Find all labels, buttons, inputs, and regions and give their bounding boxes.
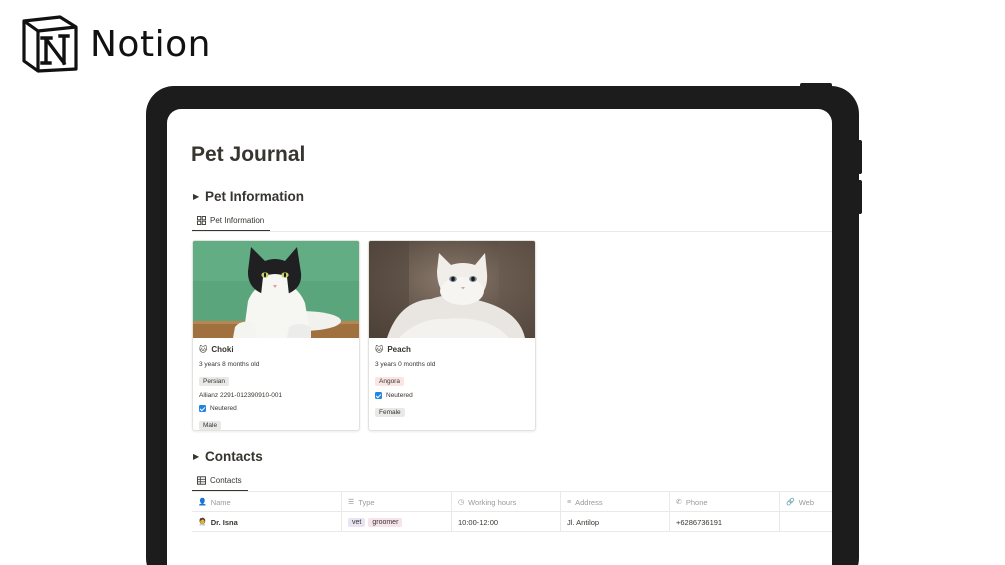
cell-working-hours[interactable]: 10:00-12:00 (452, 512, 561, 532)
toggle-caret-icon[interactable]: ▶ (193, 452, 205, 461)
neutered-label: Neutered (386, 392, 413, 399)
view-tab-contacts[interactable]: Contacts (192, 476, 248, 491)
pet-insurance: Allianz 2291-012390910-001 (199, 392, 283, 399)
column-label: Name (210, 497, 231, 507)
type-tag: groomer (368, 517, 403, 527)
column-label: Working hours (468, 497, 517, 507)
column-label: Address (575, 497, 603, 507)
column-label: Type (358, 497, 375, 507)
column-header-phone[interactable]: ✆ Phone (670, 492, 780, 512)
section-title-contacts: Contacts (205, 449, 263, 464)
divider (192, 231, 832, 232)
cat-photo (193, 241, 359, 338)
toggle-contacts[interactable]: ▶ Contacts (193, 449, 263, 464)
type-tag: vet (348, 517, 366, 527)
cell-phone[interactable]: +6286736191 (670, 512, 780, 532)
clock-icon: ◷ (458, 499, 465, 506)
column-header-web[interactable]: 🔗 Web (780, 492, 832, 512)
contacts-table: 👤 Name ☰ Type ◷ Working hours ≡ Address … (192, 492, 832, 532)
view-tab-label: Contacts (210, 476, 242, 485)
card-body: 🐱 Choki 3 years 8 months old Persian All… (193, 338, 359, 430)
table-icon (197, 476, 206, 485)
table-header-row: 👤 Name ☰ Type ◷ Working hours ≡ Address … (192, 492, 832, 512)
cat-photo (369, 241, 535, 338)
contact-name: Dr. Isna (210, 517, 238, 527)
sex-tag: Male (199, 421, 222, 430)
text-icon: ≡ (567, 498, 572, 506)
column-header-working-hours[interactable]: ◷ Working hours (452, 492, 561, 512)
toggle-caret-icon[interactable]: ▶ (193, 192, 205, 201)
tablet-screen: Pet Journal ▶ Pet Information Pet Inform… (167, 109, 832, 565)
pet-name: Choki (211, 344, 234, 354)
card-title: 🐱 Choki (199, 343, 353, 355)
breed-tag: Persian (199, 377, 230, 386)
cell-type[interactable]: vet groomer (342, 512, 452, 532)
gallery-card-peach[interactable]: 🐱 Peach 3 years 0 months old Angora Neut… (368, 240, 536, 431)
page-title: Pet Journal (191, 143, 306, 166)
card-body: 🐱 Peach 3 years 0 months old Angora Neut… (369, 338, 535, 419)
column-header-address[interactable]: ≡ Address (561, 492, 670, 512)
column-label: Web (798, 497, 815, 507)
view-tab-pet-information[interactable]: Pet Information (192, 216, 271, 231)
neutered-property: Neutered (199, 403, 353, 414)
checkbox-checked-icon[interactable] (375, 392, 382, 399)
checkbox-checked-icon[interactable] (199, 405, 206, 412)
neutered-label: Neutered (210, 405, 237, 412)
notion-logo-icon (22, 15, 78, 73)
section-title-pet-information: Pet Information (205, 189, 305, 204)
brand-name: Notion (90, 23, 211, 65)
doctor-icon: 🧑‍⚕️ (198, 519, 207, 526)
neutered-property: Neutered (375, 390, 529, 401)
gallery-card-choki[interactable]: 🐱 Choki 3 years 8 months old Persian All… (192, 240, 360, 431)
view-tab-label: Pet Information (210, 216, 265, 225)
table-row[interactable]: 🧑‍⚕️ Dr. Isna vet groomer 10:00-12:00 Jl… (192, 512, 832, 532)
cell-web[interactable] (780, 512, 832, 532)
cell-name[interactable]: 🧑‍⚕️ Dr. Isna (192, 512, 342, 532)
pet-age: 3 years 8 months old (199, 361, 260, 368)
pet-name: Peach (387, 344, 411, 354)
list-icon: ☰ (348, 499, 355, 506)
person-icon: 👤 (198, 499, 207, 506)
column-header-type[interactable]: ☰ Type (342, 492, 452, 512)
notion-page: Pet Journal ▶ Pet Information Pet Inform… (167, 109, 832, 565)
link-icon: 🔗 (786, 499, 795, 506)
column-label: Phone (685, 497, 708, 507)
sex-tag: Female (375, 408, 405, 417)
column-header-name[interactable]: 👤 Name (192, 492, 342, 512)
brand-header: Notion (18, 12, 211, 76)
gallery-grid-icon (197, 216, 206, 225)
pet-age: 3 years 0 months old (375, 361, 436, 368)
cat-face-icon: 🐱 (199, 344, 208, 354)
toggle-pet-information[interactable]: ▶ Pet Information (193, 189, 304, 204)
card-title: 🐱 Peach (375, 343, 529, 355)
cell-address[interactable]: Jl. Antilop (561, 512, 670, 532)
phone-icon: ✆ (676, 499, 682, 506)
breed-tag: Angora (375, 377, 404, 386)
cat-face-icon: 🐱 (375, 344, 384, 354)
